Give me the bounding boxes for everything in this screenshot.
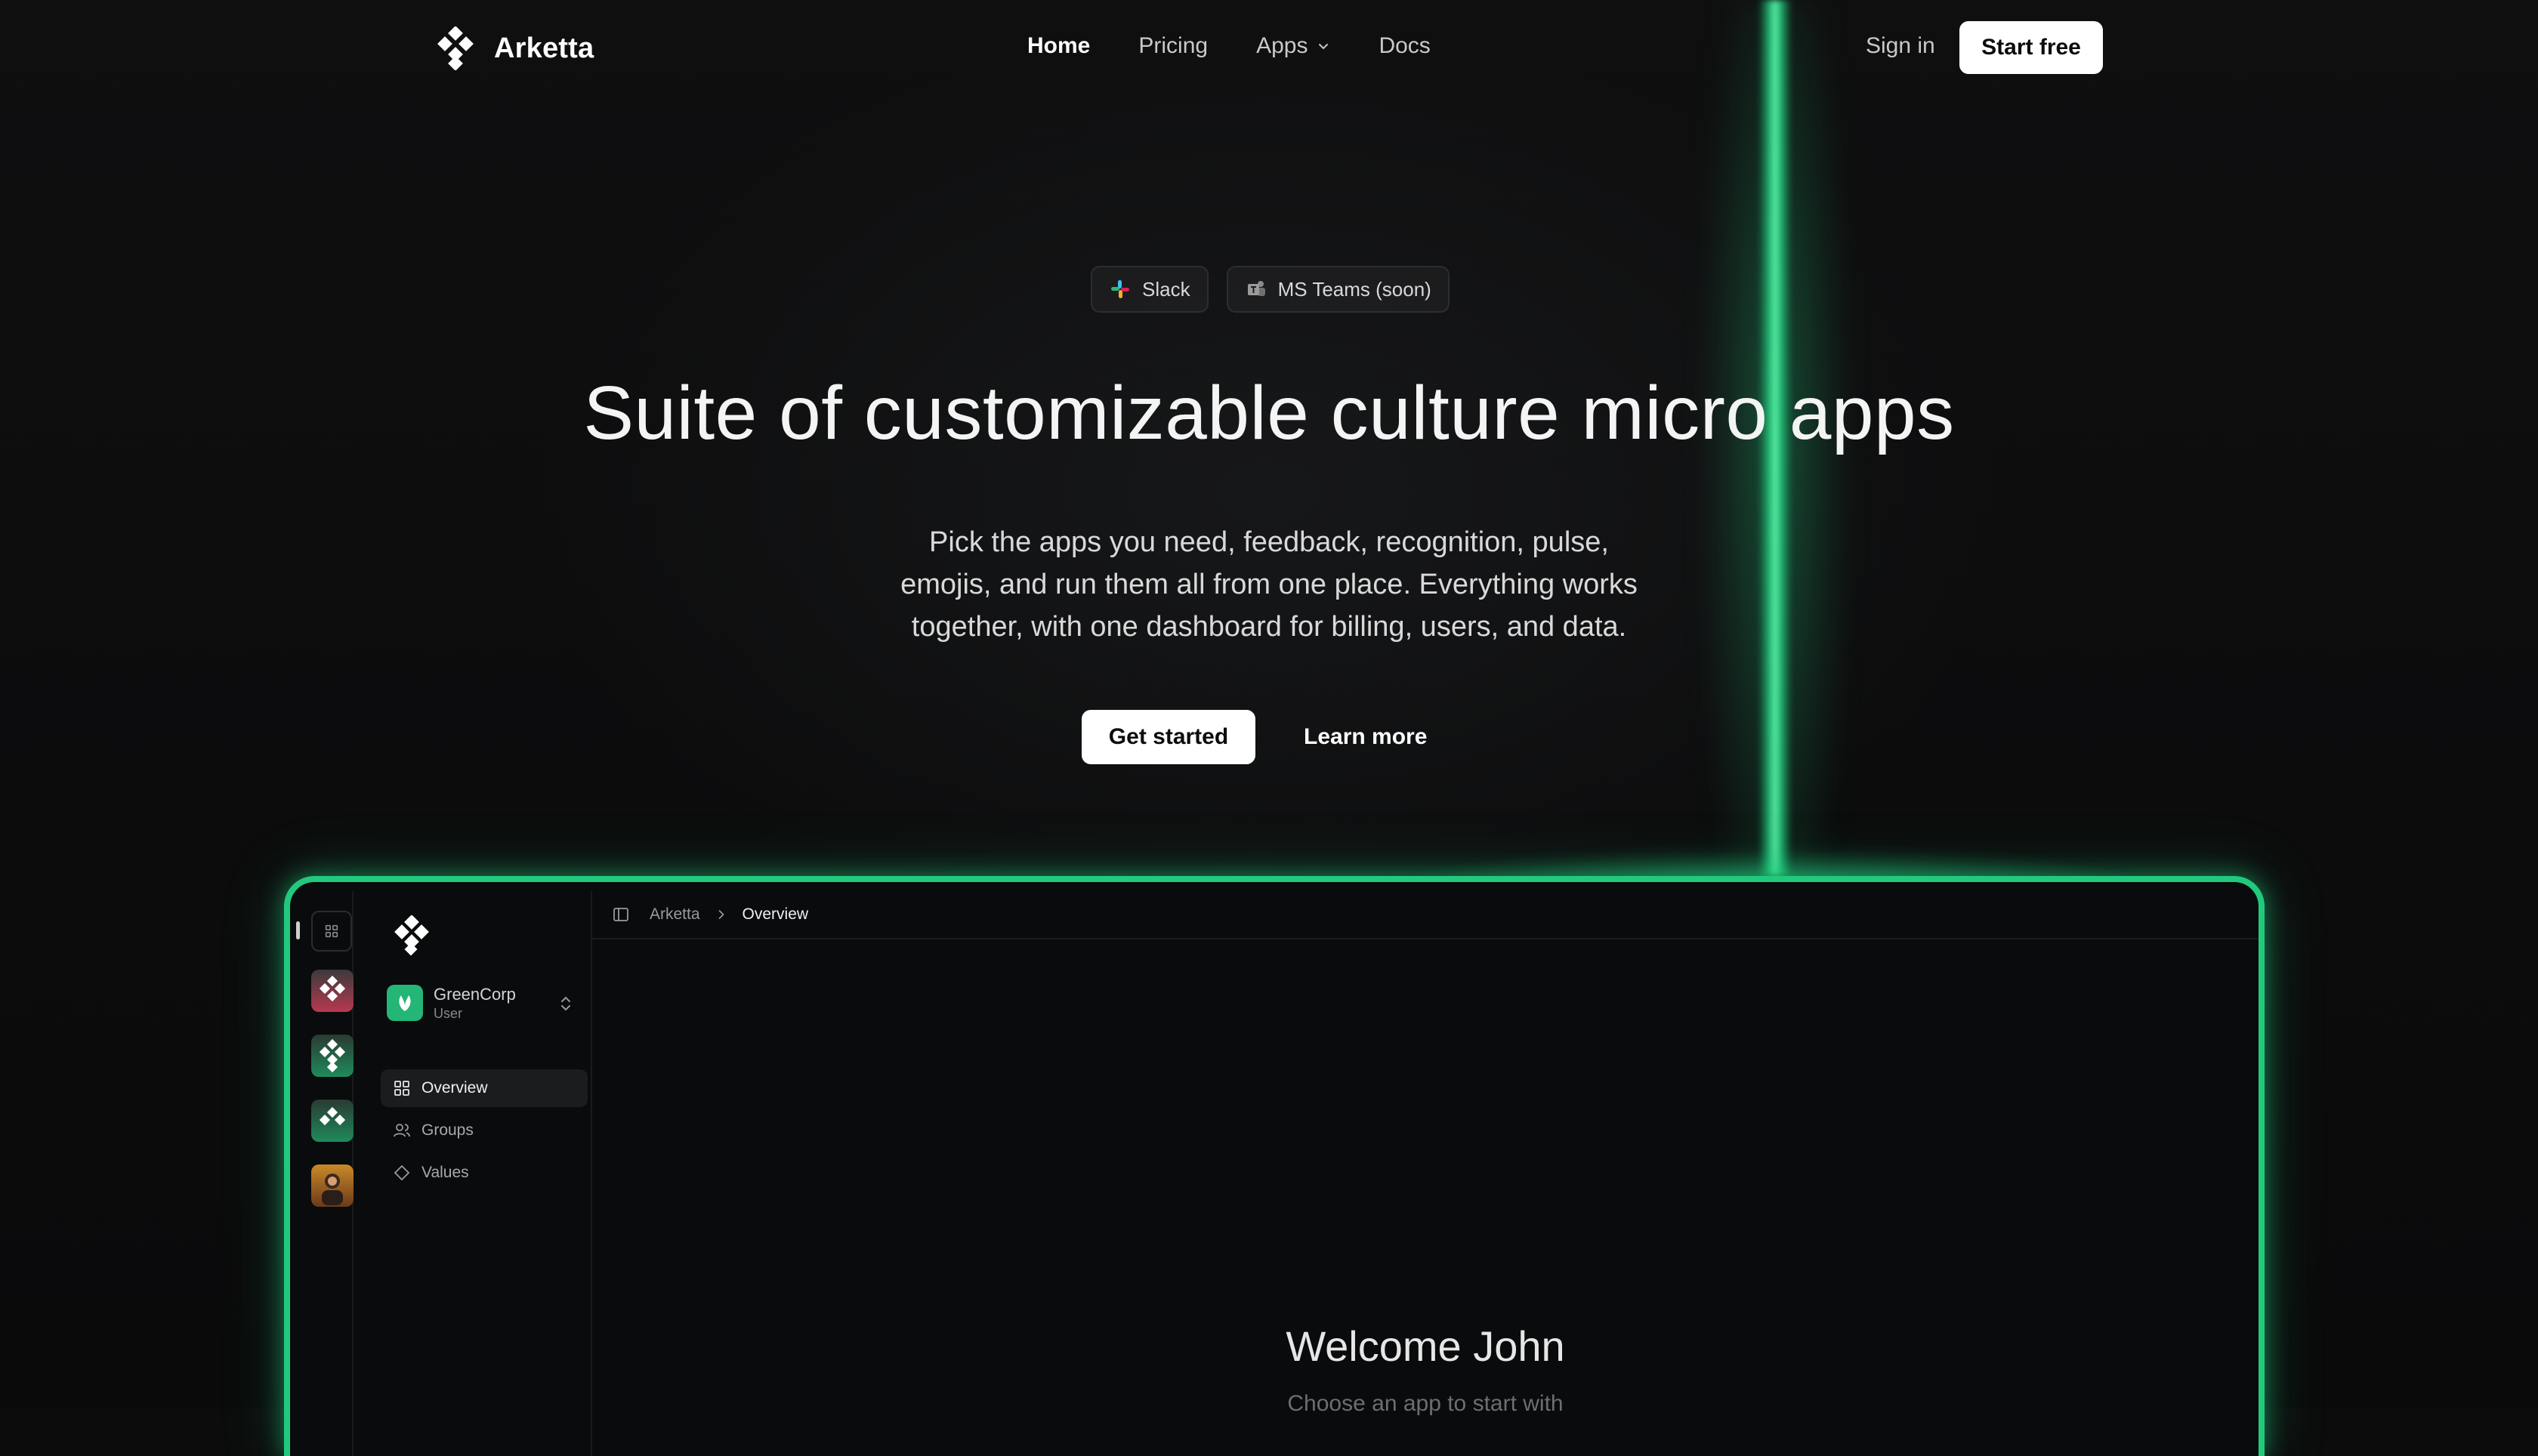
- top-nav: Arketta Home Pricing Apps Docs Sign in S…: [0, 0, 2538, 97]
- chevron-right-icon: [718, 910, 724, 919]
- rail-app-2[interactable]: [311, 1035, 354, 1077]
- get-started-button[interactable]: Get started: [1082, 710, 1255, 764]
- pill-ms-teams[interactable]: MS Teams (soon): [1226, 266, 1450, 313]
- brand-name: Arketta: [494, 32, 594, 64]
- welcome-subtitle: Choose an app to start with: [1287, 1391, 1564, 1416]
- sign-in-link[interactable]: Sign in: [1866, 33, 1935, 59]
- org-name: GreenCorp: [434, 984, 516, 1004]
- arketta-logo-icon: [391, 915, 432, 956]
- chevron-down-icon: [1319, 44, 1329, 50]
- diamond-icon: [394, 1164, 410, 1181]
- grid-icon: [394, 1081, 409, 1096]
- rail-app-3[interactable]: [311, 1100, 354, 1142]
- app-topbar: Arketta Overview: [592, 891, 2259, 939]
- sidebar-item-overview[interactable]: Overview: [381, 1069, 588, 1107]
- pill-ms-teams-label: MS Teams (soon): [1277, 277, 1431, 301]
- breadcrumb-current: Overview: [742, 905, 809, 923]
- app-rail: [296, 891, 354, 1456]
- users-icon: [394, 1124, 410, 1137]
- ms-teams-icon: [1247, 281, 1265, 296]
- hero-subtext: Pick the apps you need, feedback, recogn…: [900, 526, 1638, 643]
- app-1-icon: [319, 975, 346, 1002]
- leaf-icon: [399, 995, 411, 1011]
- app-preview-frame: GreenCorp User Overview Groups Values Ar…: [284, 876, 2265, 1456]
- pill-slack[interactable]: Slack: [1091, 266, 1209, 313]
- learn-more-button[interactable]: Learn more: [1304, 724, 1427, 750]
- integration-pills: Slack MS Teams (soon): [1091, 266, 1450, 313]
- rail-app-4[interactable]: [311, 1164, 354, 1207]
- nav-link-apps-label: Apps: [1256, 33, 1308, 58]
- org-text: GreenCorp User: [434, 985, 516, 1022]
- nav-link-docs[interactable]: Docs: [1379, 33, 1430, 59]
- rail-app-1[interactable]: [311, 970, 354, 1012]
- breadcrumb-root[interactable]: Arketta: [650, 905, 700, 924]
- rail-apps-button[interactable]: [311, 911, 352, 952]
- org-switcher[interactable]: GreenCorp User: [387, 982, 583, 1024]
- slack-icon: [1111, 280, 1129, 298]
- sidebar-item-values[interactable]: Values: [381, 1154, 588, 1192]
- chevrons-up-down-icon: [561, 996, 570, 1011]
- sidebar-item-label: Values: [421, 1164, 469, 1181]
- nav-links: Home Pricing Apps Docs: [1027, 33, 1431, 59]
- sidebar-nav: Overview Groups Values: [381, 1069, 588, 1196]
- nav-link-apps[interactable]: Apps: [1256, 33, 1330, 59]
- nav-link-home[interactable]: Home: [1027, 33, 1090, 59]
- org-role: User: [434, 1005, 463, 1021]
- welcome-title: Welcome John: [1286, 1322, 1565, 1370]
- nav-link-pricing[interactable]: Pricing: [1138, 33, 1208, 59]
- grid-icon: [325, 924, 338, 938]
- sidebar-item-label: Groups: [421, 1121, 474, 1139]
- arketta-logo-icon: [434, 26, 477, 71]
- app-sidebar: GreenCorp User Overview Groups Values: [364, 891, 592, 1456]
- org-avatar: [387, 985, 423, 1021]
- sidebar-item-groups[interactable]: Groups: [381, 1112, 588, 1149]
- sidebar-toggle-icon[interactable]: [612, 905, 630, 924]
- app-2-icon: [319, 1038, 346, 1073]
- app-3-icon: [319, 1106, 346, 1126]
- user-avatar-icon: [322, 1174, 343, 1205]
- rail-active-indicator: [296, 921, 300, 939]
- app-main: Arketta Overview Welcome John Choose an …: [592, 891, 2259, 1456]
- start-free-button[interactable]: Start free: [1959, 21, 2103, 74]
- hero-headline: Suite of customizable culture micro apps: [583, 371, 1955, 455]
- sidebar-item-label: Overview: [421, 1079, 488, 1097]
- hero-cta-row: Get started Learn more: [1082, 710, 1427, 764]
- brand-logo[interactable]: Arketta: [434, 26, 594, 71]
- pill-slack-label: Slack: [1142, 277, 1190, 301]
